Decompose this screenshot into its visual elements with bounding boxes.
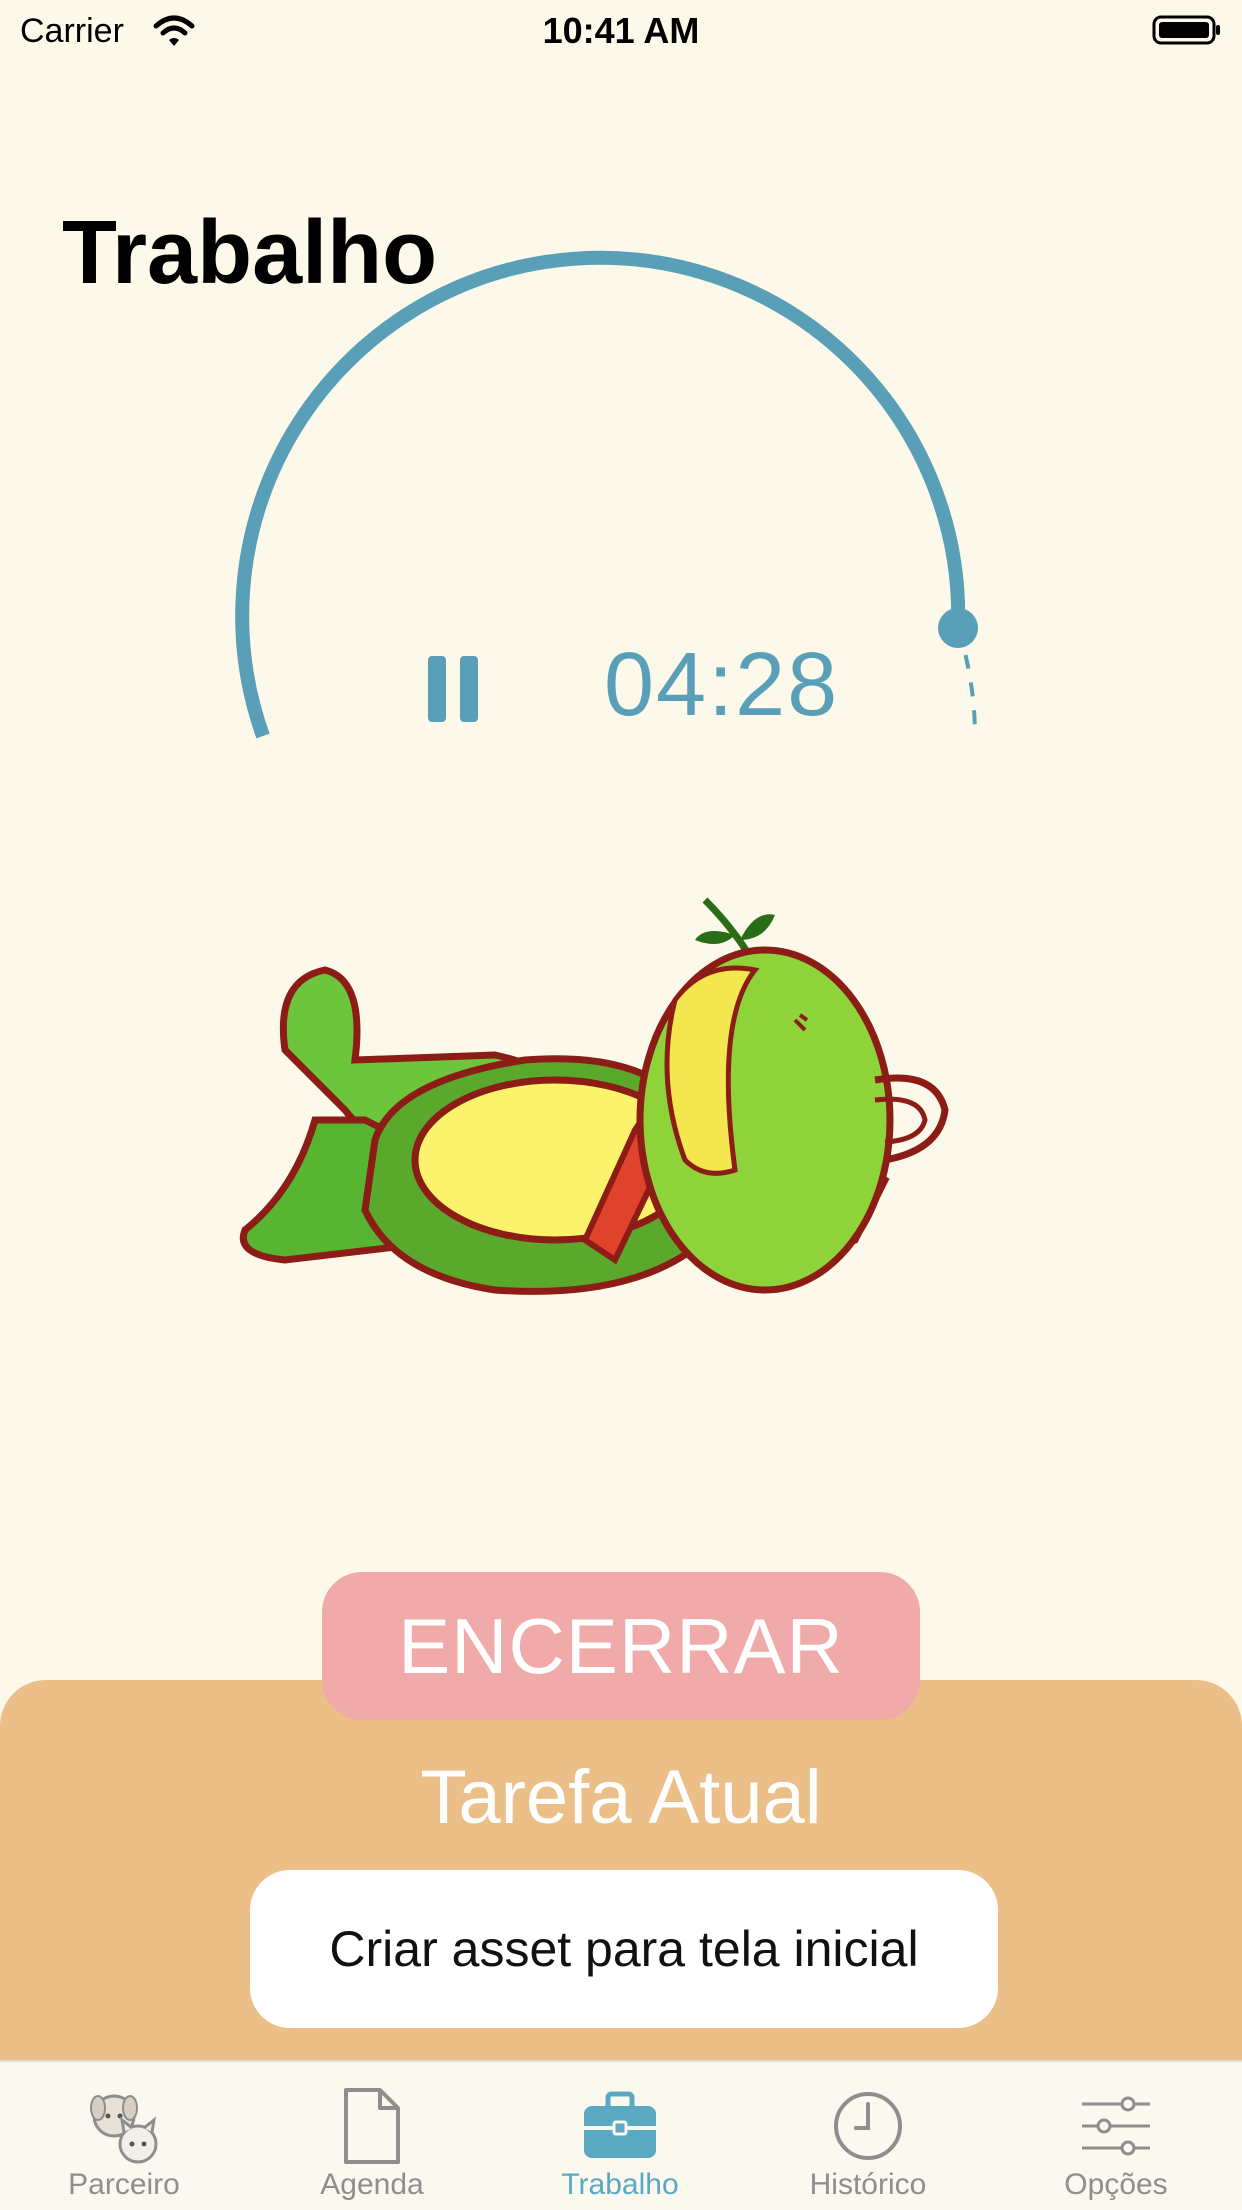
- status-bar: Carrier 10:41 AM: [0, 0, 1242, 62]
- timer-knob: [938, 608, 978, 648]
- end-session-button[interactable]: ENCERRAR: [322, 1572, 920, 1720]
- tab-bar: Parceiro Agenda Trabalho Histórico Opçõe…: [0, 2060, 1242, 2210]
- pause-button[interactable]: [422, 650, 488, 730]
- tab-agenda[interactable]: Agenda: [248, 2062, 496, 2210]
- timer-remaining-arc: [956, 627, 977, 737]
- tab-opcoes[interactable]: Opções: [992, 2062, 1240, 2210]
- tab-trabalho[interactable]: Trabalho: [496, 2062, 744, 2210]
- timer-progress-arc: [235, 250, 966, 739]
- page-title: Trabalho: [62, 203, 438, 303]
- status-time: 10:41 AM: [542, 10, 700, 51]
- tab-label-agenda: Agenda: [320, 2168, 424, 2201]
- sliders-icon: [1082, 2096, 1150, 2156]
- battery-icon: [1152, 15, 1220, 45]
- clock-icon: [834, 2092, 902, 2160]
- briefcase-icon: [584, 2091, 656, 2158]
- current-task-field[interactable]: Criar asset para tela inicial: [250, 1870, 998, 2028]
- tab-label-trabalho: Trabalho: [561, 2168, 679, 2201]
- tab-label-opcoes: Opções: [1064, 2168, 1168, 2201]
- current-task-heading: Tarefa Atual: [420, 1755, 822, 1840]
- pets-icon: [90, 2094, 158, 2164]
- tab-label-historico: Histórico: [809, 2168, 927, 2201]
- tab-label-parceiro: Parceiro: [68, 2168, 180, 2201]
- tab-historico[interactable]: Histórico: [744, 2062, 992, 2210]
- timer-countdown: 04:28: [604, 635, 840, 735]
- mascot-illustration: [240, 897, 949, 1295]
- tab-parceiro[interactable]: Parceiro: [0, 2062, 248, 2210]
- document-icon: [344, 2088, 400, 2164]
